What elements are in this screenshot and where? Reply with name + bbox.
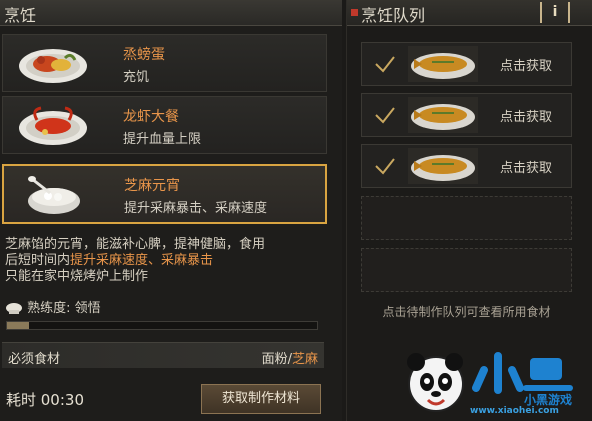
mastery-label: 熟练度: 领悟 <box>27 301 101 316</box>
recipe-item-lobster[interactable]: 龙虾大餐 提升血量上限 <box>2 96 327 154</box>
crab-dish-icon <box>19 49 87 83</box>
effect-highlight: 提升采麻速度、采麻暴击 <box>70 253 214 268</box>
fish-dish-icon <box>408 97 478 133</box>
fish-dish-icon <box>408 148 478 184</box>
cooking-panel: 烹饪 烝螃蛋 充饥 龙虾大餐 提升血量上限 芝麻元宵 提升采麻暴击、采麻速度 芝… <box>0 0 342 421</box>
recipe-name: 烝螃蛋 <box>123 47 165 63</box>
queue-slot[interactable]: 点击获取 <box>361 93 572 137</box>
recipe-name: 芝麻元宵 <box>124 178 180 194</box>
description-line: 芝麻馅的元宵，能滋补心脾，提神健脑，食用 <box>5 237 266 252</box>
check-icon <box>375 158 395 175</box>
mastery-progress-bar <box>6 321 318 330</box>
fish-dish-icon <box>408 46 478 82</box>
queue-slot[interactable]: 点击获取 <box>361 144 572 188</box>
ingredient-flour: 面粉 <box>261 352 288 367</box>
svg-text:小黑游戏: 小黑游戏 <box>524 392 572 407</box>
red-marker-icon <box>351 9 358 16</box>
lobster-dish-icon <box>19 106 87 145</box>
info-button[interactable]: i <box>540 2 570 23</box>
ingredients-list: 面粉/芝麻 <box>261 352 318 367</box>
cooking-title: 烹饪 <box>4 6 37 25</box>
recipe-item-sesame-dumpling[interactable]: 芝麻元宵 提升采麻暴击、采麻速度 <box>2 164 327 224</box>
watermark-url: www.xiaohei.com <box>470 406 559 416</box>
get-materials-button[interactable]: 获取制作材料 <box>201 384 321 414</box>
recipe-desc: 充饥 <box>123 70 150 85</box>
queue-hint: 点击待制作队列可查看所用食材 <box>382 305 551 319</box>
mastery-row: 熟练度: 领悟 <box>5 297 101 316</box>
chef-hat-icon <box>6 302 22 314</box>
check-icon <box>375 107 395 124</box>
ingredients-label: 必须食材 <box>8 352 61 367</box>
obtain-label: 点击获取 <box>500 110 553 125</box>
recipe-item-crab-egg[interactable]: 烝螃蛋 充饥 <box>2 34 327 92</box>
mastery-progress-fill <box>7 322 29 329</box>
queue-header: 烹饪队列 i <box>347 0 592 26</box>
queue-slot[interactable]: 点击获取 <box>361 42 572 86</box>
queue-slot-empty[interactable] <box>361 248 572 292</box>
description-line: 只能在家中烧烤炉上制作 <box>5 269 149 284</box>
ingredient-sesame: 芝麻 <box>291 352 318 367</box>
recipe-name: 龙虾大餐 <box>123 109 179 125</box>
required-ingredients-bar: 必须食材 面粉/芝麻 <box>2 342 324 368</box>
obtain-label: 点击获取 <box>500 59 553 74</box>
check-icon <box>375 56 395 73</box>
recipe-desc: 提升血量上限 <box>123 132 202 147</box>
obtain-label: 点击获取 <box>500 161 553 176</box>
description-line: 后短时间内提升采麻速度、采麻暴击 <box>5 253 214 268</box>
recipe-description: 芝麻馅的元宵，能滋补心脾，提神健脑，食用 后短时间内提升采麻速度、采麻暴击 只能… <box>5 237 325 285</box>
dumpling-bowl-icon <box>28 176 80 214</box>
queue-title: 烹饪队列 <box>361 6 426 25</box>
cook-time: 耗时 00:30 <box>6 391 84 409</box>
queue-slot-empty[interactable] <box>361 196 572 240</box>
recipe-desc: 提升采麻暴击、采麻速度 <box>124 201 268 216</box>
cooking-header: 烹饪 <box>0 0 342 26</box>
